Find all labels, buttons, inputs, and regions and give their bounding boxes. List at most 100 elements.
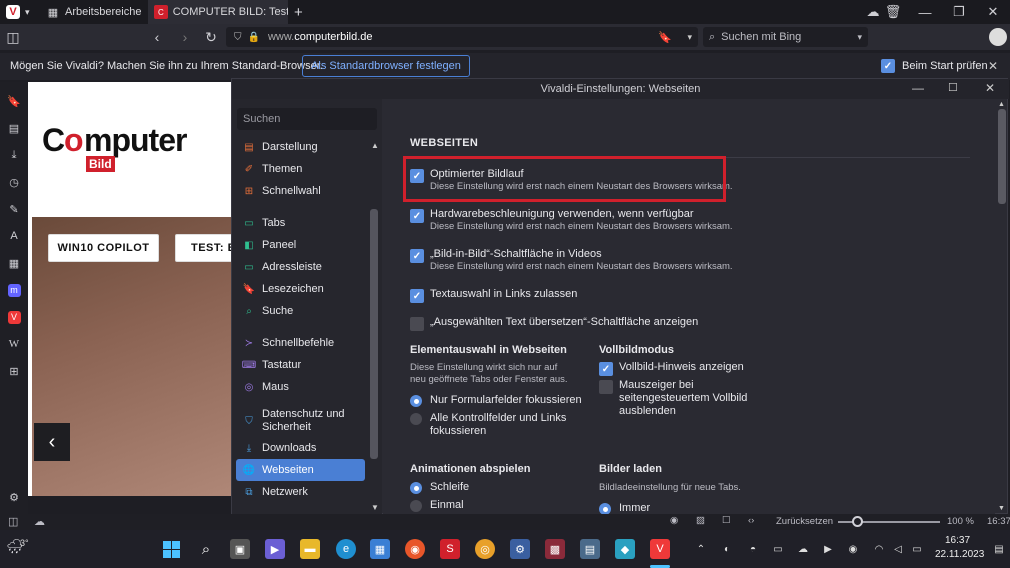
- vivaldi-social-icon[interactable]: V: [5, 308, 23, 326]
- image-icon[interactable]: ▨: [696, 515, 705, 526]
- sidebar-scrollbar[interactable]: [370, 209, 378, 459]
- option-hide-cursor[interactable]: Mauszeiger bei seitengesteuertem Vollbild…: [599, 379, 747, 418]
- maximize-button[interactable]: ☐: [948, 81, 958, 94]
- back-button[interactable]: ‹: [146, 27, 168, 47]
- panel-toggle-icon[interactable]: ◫: [2, 27, 24, 47]
- cloud-icon[interactable]: ☁: [34, 515, 45, 528]
- close-button[interactable]: ✕: [985, 81, 995, 95]
- taskbar-time[interactable]: 16:37: [945, 535, 970, 546]
- task-view-icon[interactable]: ▣: [230, 539, 250, 559]
- trash-icon[interactable]: 🗑: [876, 0, 910, 24]
- sidebar-item-downloads[interactable]: ⤓ Downloads: [236, 437, 365, 459]
- forward-button[interactable]: ›: [174, 27, 196, 47]
- reload-button[interactable]: ↻: [200, 27, 222, 47]
- radio-icon[interactable]: [410, 500, 422, 512]
- app-red-icon[interactable]: ▩: [545, 539, 565, 559]
- settings-gear-icon[interactable]: ⚙: [5, 488, 23, 506]
- sidebar-item-webseiten[interactable]: 🌐 Webseiten: [236, 459, 365, 481]
- topic-pill[interactable]: TEST: EX: [175, 234, 238, 262]
- vivaldi-taskbar-icon[interactable]: V: [650, 539, 670, 559]
- option-hardware-acceleration[interactable]: ✓ Hardwarebeschleunigung verwenden, wenn…: [410, 208, 733, 233]
- checkbox-icon[interactable]: ✓: [410, 249, 424, 263]
- tiling-icon[interactable]: ☐: [722, 515, 731, 526]
- settings-app-icon[interactable]: ⚙: [510, 539, 530, 559]
- content-scrollbar[interactable]: [998, 109, 1006, 204]
- topic-pill[interactable]: WIN10 COPILOT: [48, 234, 159, 262]
- option-text-selection-links[interactable]: ✓ Textauswahl in Links zulassen: [410, 288, 577, 303]
- chrome-icon[interactable]: ◎: [475, 539, 495, 559]
- code-icon[interactable]: ‹›: [748, 515, 754, 526]
- sidebar-item-maus[interactable]: ◎ Maus: [236, 376, 365, 398]
- edge-icon[interactable]: e: [336, 539, 356, 559]
- settings-search-input[interactable]: Suchen: [237, 108, 377, 130]
- sidebar-item-adressleiste[interactable]: ▭ Adressleiste: [236, 256, 365, 278]
- set-default-button[interactable]: Als Standardbrowser festlegen: [302, 55, 470, 77]
- app-photo-icon[interactable]: ▤: [580, 539, 600, 559]
- url-field[interactable]: ⛉ 🔒 www. computerbild .de 🔖 ▾: [226, 27, 698, 47]
- cloud-icon[interactable]: ☁: [796, 542, 810, 556]
- close-button[interactable]: ✕: [976, 0, 1010, 24]
- bookmarks-panel-icon[interactable]: 🔖: [5, 92, 23, 110]
- downloads-panel-icon[interactable]: ⤓: [5, 146, 23, 164]
- close-icon[interactable]: ✕: [988, 59, 998, 73]
- taskbar-date[interactable]: 22.11.2023: [935, 549, 984, 560]
- checkbox-icon[interactable]: [599, 380, 613, 394]
- scroll-down-icon[interactable]: ▼: [371, 503, 379, 512]
- vivaldi-menu-button[interactable]: V ▾: [6, 0, 30, 24]
- chevron-down-icon[interactable]: ▾: [857, 32, 862, 43]
- wikipedia-icon[interactable]: W: [5, 335, 23, 353]
- browser-tray-icon[interactable]: ◉: [846, 542, 860, 556]
- notes-icon[interactable]: ✎: [5, 200, 23, 218]
- sidebar-item-tastatur[interactable]: ⌨ Tastatur: [236, 354, 365, 376]
- sidebar-item-lesezeichen[interactable]: 🔖 Lesezeichen: [236, 278, 365, 300]
- tab-computerbild[interactable]: C COMPUTER BILD: Test, Dow: [148, 0, 288, 24]
- sidebar-item-suche[interactable]: ⌕ Suche: [236, 300, 365, 322]
- bookmark-icon[interactable]: 🔖: [658, 31, 672, 44]
- chevron-down-icon[interactable]: ▾: [687, 32, 692, 43]
- reset-zoom-label[interactable]: Zurücksetzen: [776, 516, 833, 527]
- notification-icon[interactable]: ▤: [992, 542, 1006, 556]
- radio-once[interactable]: Einmal: [410, 499, 464, 512]
- sidebar-item-schnellwahl[interactable]: ⊞ Schnellwahl: [236, 180, 365, 202]
- app-s-icon[interactable]: S: [440, 539, 460, 559]
- sidebar-item-paneel[interactable]: ◧ Paneel: [236, 234, 365, 256]
- translate-icon[interactable]: A: [5, 227, 23, 245]
- speaker-icon[interactable]: ◁: [891, 542, 905, 556]
- monitor-icon[interactable]: ▭: [771, 542, 785, 556]
- workspaces-button[interactable]: ▦ Arbeitsbereiche: [46, 0, 142, 24]
- radio-icon[interactable]: [410, 395, 422, 407]
- history-icon[interactable]: ◷: [5, 173, 23, 191]
- computerbild-logo[interactable]: C o mputer Bild: [42, 122, 202, 182]
- add-panel-icon[interactable]: ⊞: [5, 362, 23, 380]
- tray-app-icon[interactable]: ◓: [746, 542, 760, 556]
- carousel-prev-button[interactable]: ‹: [34, 423, 70, 461]
- sidebar-item-datenschutz[interactable]: ⛉ Datenschutz und Sicherheit: [236, 405, 365, 435]
- check-on-start-checkbox[interactable]: ✓ Beim Start prüfen: [881, 59, 988, 73]
- checkbox-icon[interactable]: ✓: [599, 362, 613, 376]
- teams-icon[interactable]: ▶: [265, 539, 285, 559]
- new-tab-button[interactable]: +: [294, 0, 303, 24]
- sidebar-item-themen[interactable]: ✐ Themen: [236, 158, 365, 180]
- sidebar-item-schnellbefehle[interactable]: ≻ Schnellbefehle: [236, 332, 365, 354]
- gamepad-icon[interactable]: ◐: [720, 542, 734, 556]
- option-picture-in-picture[interactable]: ✓ „Bild-in-Bild“-Schaltfläche in Videos D…: [410, 248, 733, 273]
- search-icon[interactable]: ⌕: [196, 539, 216, 559]
- search-field[interactable]: ⌕ Suchen mit Bing ▾: [703, 27, 868, 47]
- firefox-icon[interactable]: ◉: [405, 539, 425, 559]
- radio-icon[interactable]: [410, 482, 422, 494]
- sidebar-item-tabs[interactable]: ▭ Tabs: [236, 212, 365, 234]
- scroll-down-icon[interactable]: ▼: [998, 505, 1005, 512]
- battery-icon[interactable]: ▭: [910, 542, 924, 556]
- app-bird-icon[interactable]: ◆: [615, 539, 635, 559]
- maximize-button[interactable]: ❐: [942, 0, 976, 24]
- panel-toggle-icon[interactable]: ◫: [8, 515, 18, 528]
- store-icon[interactable]: ▦: [370, 539, 390, 559]
- reading-list-icon[interactable]: ▤: [5, 119, 23, 137]
- avatar[interactable]: [988, 27, 1008, 47]
- checkbox-icon[interactable]: [410, 317, 424, 331]
- sidebar-item-darstellung[interactable]: ▤ Darstellung: [236, 136, 365, 158]
- zoom-slider-handle[interactable]: [852, 516, 863, 527]
- sidebar-item-netzwerk[interactable]: ⧉ Netzwerk: [236, 481, 365, 503]
- option-fullscreen-hint[interactable]: ✓ Vollbild-Hinweis anzeigen: [599, 361, 744, 376]
- chevron-up-icon[interactable]: ⌃: [694, 542, 708, 556]
